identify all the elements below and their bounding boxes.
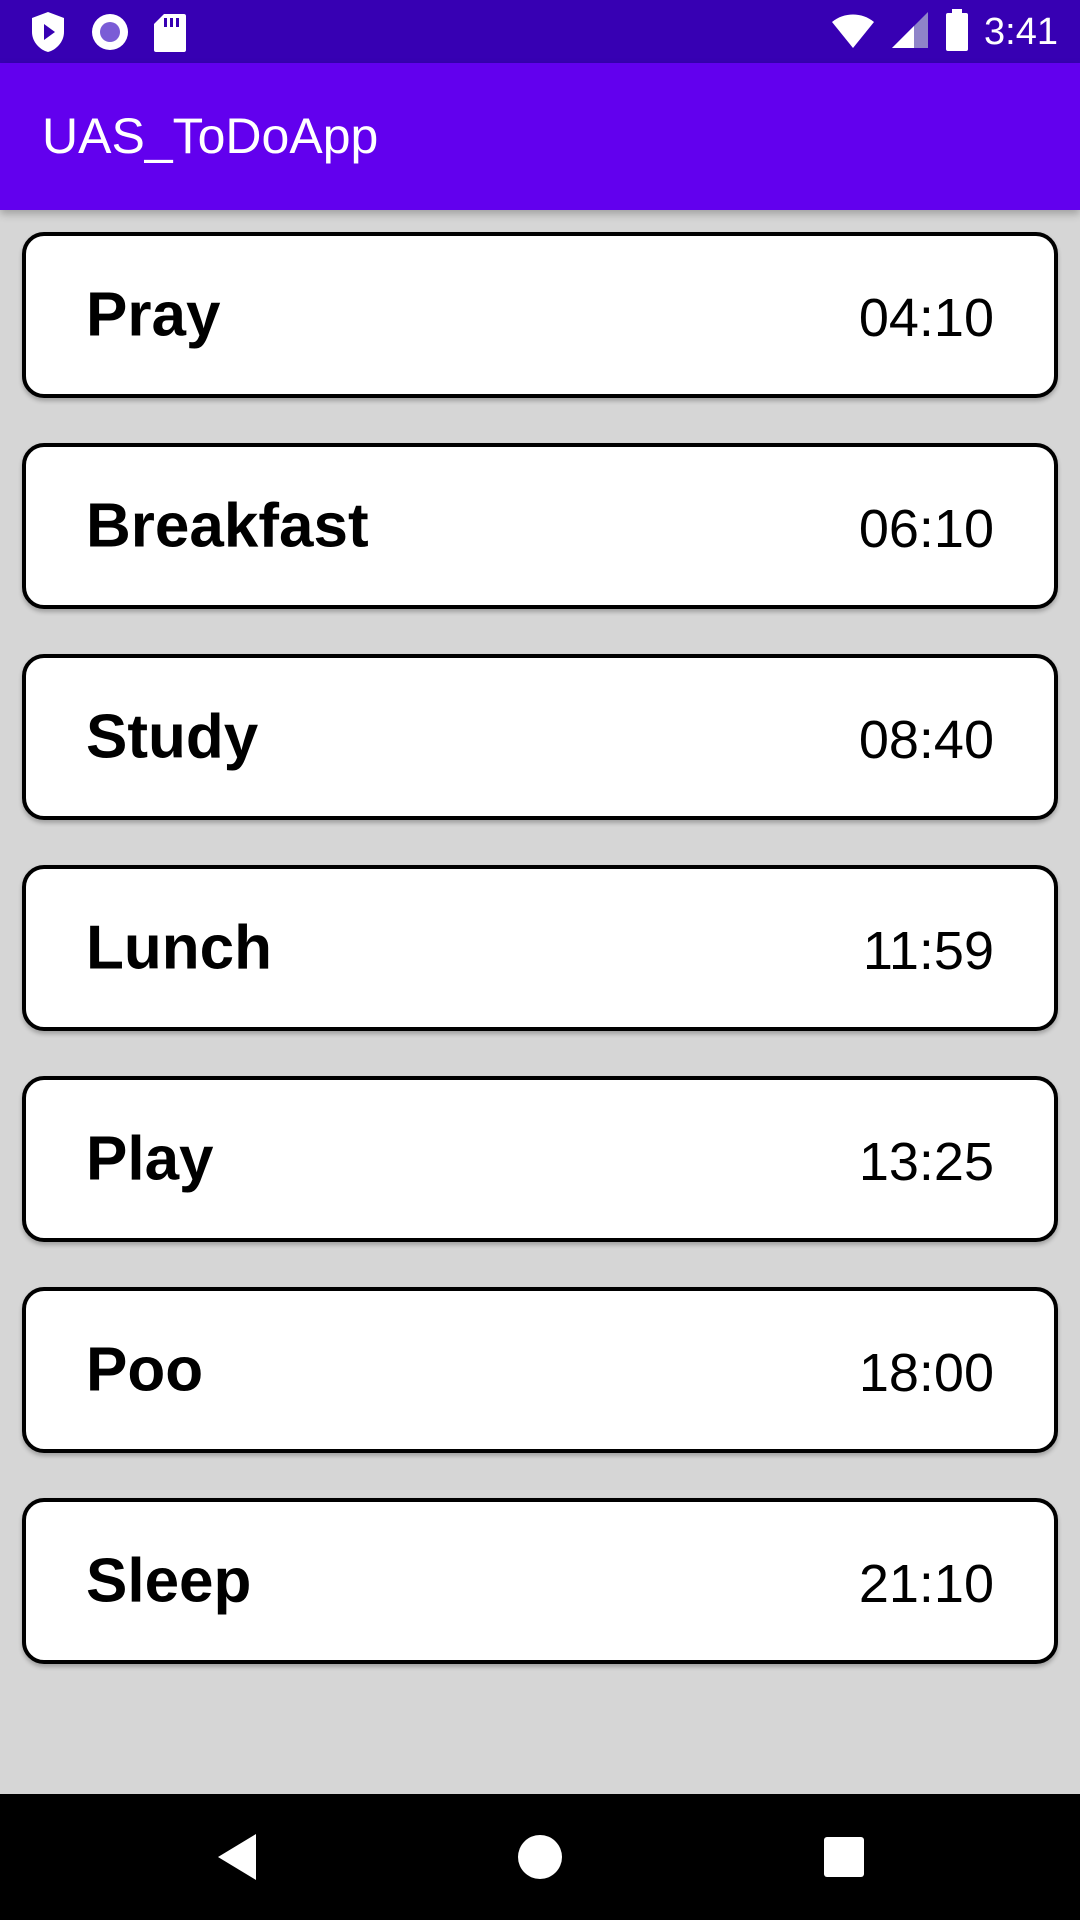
- task-time: 08:40: [858, 710, 994, 771]
- back-icon[interactable]: [204, 1824, 270, 1890]
- task-card[interactable]: Sleep 21:10: [22, 1498, 1058, 1664]
- task-time: 13:25: [858, 1132, 994, 1193]
- home-icon[interactable]: [507, 1824, 573, 1890]
- task-card[interactable]: Pray 04:10: [22, 232, 1058, 398]
- recents-icon[interactable]: [811, 1824, 877, 1890]
- task-card[interactable]: Study 08:40: [22, 654, 1058, 820]
- task-name: Sleep: [86, 1546, 252, 1616]
- task-time: 18:00: [858, 1343, 994, 1404]
- app-bar: UAS_ToDoApp: [0, 63, 1080, 210]
- status-clock: 3:41: [984, 11, 1058, 53]
- task-time: 21:10: [858, 1554, 994, 1615]
- status-bar: 3:41: [0, 0, 1080, 63]
- status-icons-right: 3:41: [830, 8, 1058, 57]
- battery-icon: [944, 8, 970, 57]
- status-icons-left: [28, 10, 188, 59]
- task-time: 06:10: [858, 499, 994, 560]
- task-name: Breakfast: [86, 491, 369, 561]
- task-card[interactable]: Poo 18:00: [22, 1287, 1058, 1453]
- signal-icon: [890, 10, 930, 55]
- task-name: Poo: [86, 1335, 204, 1405]
- task-name: Lunch: [86, 913, 272, 983]
- navigation-bar: [0, 1794, 1080, 1920]
- sd-card-icon: [152, 10, 188, 59]
- task-time: 04:10: [858, 288, 994, 349]
- record-icon: [88, 10, 132, 59]
- task-list: Pray 04:10 Breakfast 06:10 Study 08:40 L…: [22, 232, 1058, 1709]
- play-protect-icon: [28, 10, 68, 59]
- task-name: Pray: [86, 280, 221, 350]
- wifi-icon: [830, 10, 876, 55]
- task-name: Study: [86, 702, 259, 772]
- app-title: UAS_ToDoApp: [42, 108, 379, 164]
- task-time: 11:59: [862, 921, 994, 982]
- task-card[interactable]: Play 13:25: [22, 1076, 1058, 1242]
- task-card[interactable]: Breakfast 06:10: [22, 443, 1058, 609]
- task-name: Play: [86, 1124, 214, 1194]
- task-card[interactable]: Lunch 11:59: [22, 865, 1058, 1031]
